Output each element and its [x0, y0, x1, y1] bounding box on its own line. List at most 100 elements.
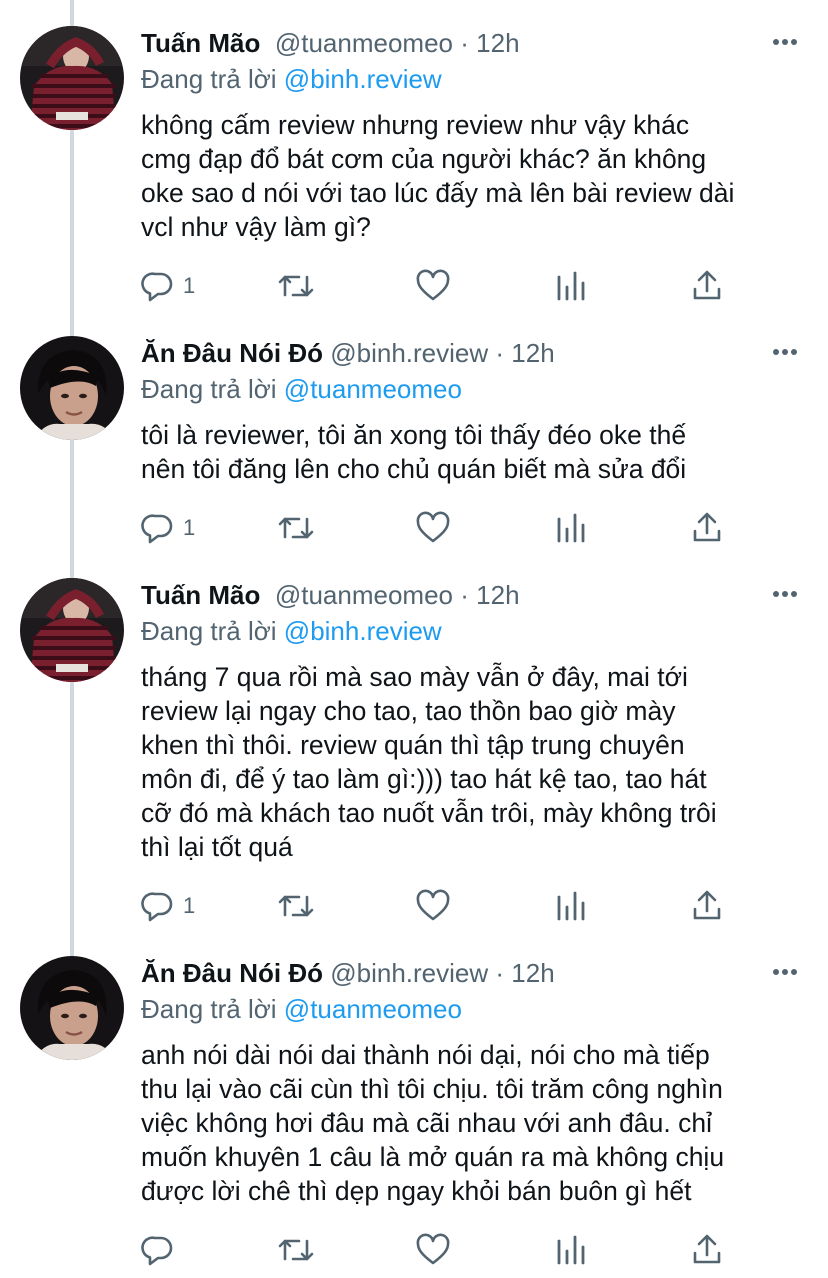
- timestamp[interactable]: 12h: [511, 338, 554, 368]
- user-handle[interactable]: @tuanmeomeo: [275, 28, 453, 58]
- user-handle[interactable]: @tuanmeomeo: [275, 580, 453, 610]
- tweet-text-line: nên tôi đăng lên cho chủ quán biết mà sử…: [141, 454, 687, 484]
- reply-button[interactable]: [141, 1230, 183, 1270]
- heart-icon: [416, 511, 450, 543]
- display-name[interactable]: Tuấn Mão: [141, 28, 260, 58]
- more-options-icon[interactable]: [772, 348, 798, 356]
- reply-count: 1: [183, 273, 196, 298]
- avatar[interactable]: [20, 578, 124, 682]
- like-button[interactable]: [415, 266, 451, 306]
- avatar[interactable]: [20, 26, 124, 130]
- retweet-icon: [278, 517, 314, 539]
- avatar[interactable]: [20, 956, 124, 1060]
- tweet-text-line: cỡ đó mà khách tao nuốt vẫn trôi, mày kh…: [141, 798, 717, 828]
- reply-count: 1: [183, 515, 196, 540]
- like-button[interactable]: [415, 886, 451, 926]
- tweet-text-line: review lại ngay cho tao, tao thồn bao gi…: [141, 696, 676, 726]
- tweet-text-line: môn đi, để ý tao làm gì:))) tao hát kệ t…: [141, 764, 707, 794]
- share-button[interactable]: [691, 266, 723, 306]
- more-options-icon[interactable]: [772, 968, 798, 976]
- display-name[interactable]: Ăn Đâu Nói Đó: [141, 958, 323, 988]
- tweet-text-line: tôi là reviewer, tôi ăn xong tôi thấy đé…: [141, 420, 687, 450]
- retweet-icon: [278, 275, 314, 297]
- share-button[interactable]: [691, 1230, 723, 1270]
- tweet-text-line: khen thì thôi. review quán thì tập trung…: [141, 730, 685, 760]
- action-bar: 1: [0, 266, 828, 306]
- heart-icon: [416, 1233, 450, 1265]
- tweet-header: Ăn Đâu Nói Đó @binh.review · 12h: [141, 336, 555, 370]
- separator-dot: ·: [460, 28, 469, 58]
- replying-to: Đang trả lời @binh.review: [141, 614, 442, 648]
- replying-to-label: Đang trả lời: [141, 994, 277, 1024]
- analytics-button[interactable]: [555, 508, 587, 548]
- tweet-header: Ăn Đâu Nói Đó @binh.review · 12h: [141, 956, 555, 990]
- mention-link[interactable]: @binh.review: [284, 616, 442, 646]
- replying-to-label: Đang trả lời: [141, 374, 277, 404]
- analytics-icon: [557, 891, 585, 921]
- reply-count: 1: [183, 893, 196, 918]
- tweet-text-line: anh nói dài nói dai thành nói dại, nói c…: [141, 1040, 710, 1070]
- timestamp[interactable]: 12h: [476, 28, 519, 58]
- tweet-text-line: được lời chê thì dẹp ngay khỏi bán buôn …: [141, 1176, 692, 1206]
- share-icon: [693, 1234, 721, 1264]
- replying-to: Đang trả lời @tuanmeomeo: [141, 372, 462, 406]
- tweet-text-line: không cấm review nhưng review như vậy kh…: [141, 110, 690, 140]
- timestamp[interactable]: 12h: [476, 580, 519, 610]
- analytics-button[interactable]: [555, 266, 587, 306]
- retweet-icon: [278, 1239, 314, 1261]
- replying-to-label: Đang trả lời: [141, 64, 277, 94]
- retweet-button[interactable]: [277, 1230, 315, 1270]
- tweet-text: không cấm review nhưng review như vậy kh…: [141, 108, 811, 244]
- share-button[interactable]: [691, 508, 723, 548]
- reply-icon: [141, 892, 173, 922]
- tweet-text-line: vcl như vậy làm gì?: [141, 212, 371, 242]
- tweet-text-line: muốn khuyên 1 câu là mở quán ra mà không…: [141, 1142, 725, 1172]
- share-icon: [693, 270, 721, 300]
- like-button[interactable]: [415, 508, 451, 548]
- display-name[interactable]: Ăn Đâu Nói Đó: [141, 338, 323, 368]
- retweet-button[interactable]: [277, 266, 315, 306]
- separator-dot: ·: [495, 958, 505, 988]
- reply-button[interactable]: 1: [141, 886, 195, 926]
- action-bar: [0, 1230, 828, 1270]
- analytics-icon: [557, 513, 585, 543]
- tweet-text-line: tháng 7 qua rồi mà sao mày vẫn ở đây, ma…: [141, 662, 688, 692]
- mention-link[interactable]: @binh.review: [284, 64, 442, 94]
- display-name[interactable]: Tuấn Mão: [141, 580, 260, 610]
- user-handle[interactable]: @binh.review: [330, 958, 488, 988]
- analytics-button[interactable]: [555, 1230, 587, 1270]
- tweet-text-line: oke sao d nói với tao lúc đấy mà lên bài…: [141, 178, 735, 208]
- reply-button[interactable]: 1: [141, 508, 195, 548]
- tweet-text: tháng 7 qua rồi mà sao mày vẫn ở đây, ma…: [141, 660, 811, 864]
- tweet-text: anh nói dài nói dai thành nói dại, nói c…: [141, 1038, 811, 1208]
- separator-dot: ·: [460, 580, 469, 610]
- replying-to: Đang trả lời @tuanmeomeo: [141, 992, 462, 1026]
- share-button[interactable]: [691, 886, 723, 926]
- tweet-text: tôi là reviewer, tôi ăn xong tôi thấy đé…: [141, 418, 811, 486]
- user-handle[interactable]: @binh.review: [330, 338, 488, 368]
- analytics-icon: [557, 271, 585, 301]
- reply-icon: [141, 272, 173, 302]
- analytics-icon: [557, 1235, 585, 1265]
- separator-dot: ·: [495, 338, 505, 368]
- more-options-icon[interactable]: [772, 590, 798, 598]
- mention-link[interactable]: @tuanmeomeo: [284, 374, 462, 404]
- like-button[interactable]: [415, 1230, 451, 1270]
- retweet-button[interactable]: [277, 508, 315, 548]
- more-options-icon[interactable]: [772, 38, 798, 46]
- reply-button[interactable]: 1: [141, 266, 195, 306]
- timestamp[interactable]: 12h: [511, 958, 554, 988]
- mention-link[interactable]: @tuanmeomeo: [284, 994, 462, 1024]
- replying-to: Đang trả lời @binh.review: [141, 62, 442, 96]
- reply-icon: [141, 514, 173, 544]
- analytics-button[interactable]: [555, 886, 587, 926]
- tweet-text-line: thì lại tốt quá: [141, 832, 293, 862]
- heart-icon: [416, 889, 450, 921]
- tweet-text-line: cmg đạp đổ bát cơm của người khác? ăn kh…: [141, 144, 707, 174]
- avatar[interactable]: [20, 336, 124, 440]
- retweet-button[interactable]: [277, 886, 315, 926]
- retweet-icon: [278, 895, 314, 917]
- tweet-text-line: thu lại vào cãi cùn thì tôi chịu. tôi tr…: [141, 1074, 723, 1104]
- tweet-header: Tuấn Mão @tuanmeomeo · 12h: [141, 578, 520, 612]
- tweet-header: Tuấn Mão @tuanmeomeo · 12h: [141, 26, 520, 60]
